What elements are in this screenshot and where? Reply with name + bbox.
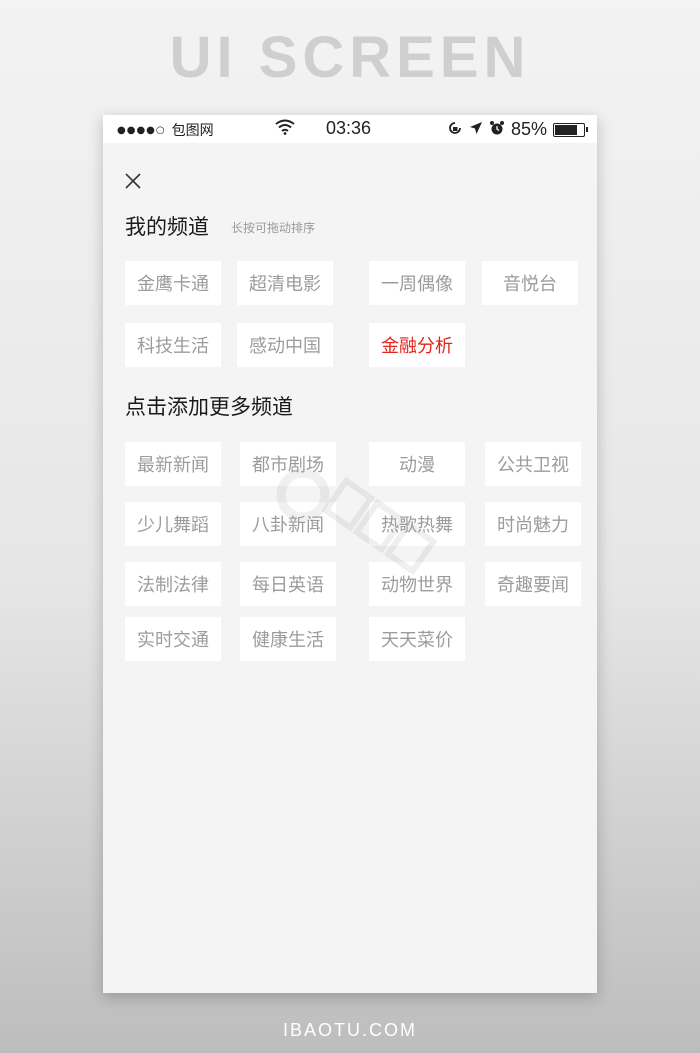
my-channel-tag[interactable]: 感动中国 xyxy=(237,323,333,367)
close-icon[interactable] xyxy=(123,171,143,191)
battery-icon xyxy=(553,122,588,137)
phone-screen: ●●●●○ 包图网 03:36 85% 我的频道 长按可拖动排序 金鹰卡通 超清… xyxy=(103,115,597,993)
location-icon xyxy=(469,121,483,139)
rotation-lock-icon xyxy=(447,120,463,140)
more-channel-tag[interactable]: 最新新闻 xyxy=(125,442,221,486)
more-channel-tag[interactable]: 都市剧场 xyxy=(240,442,336,486)
carrier-name: 包图网 xyxy=(171,123,214,139)
battery-percent: 85% xyxy=(510,119,547,139)
more-channel-tag[interactable]: 天天菜价 xyxy=(369,617,465,661)
more-channel-tag[interactable]: 每日英语 xyxy=(240,562,336,606)
more-channel-tag[interactable]: 健康生活 xyxy=(240,617,336,661)
my-channel-tag[interactable]: 音悦台 xyxy=(482,261,578,305)
more-channel-tag[interactable]: 时尚魅力 xyxy=(485,502,581,546)
my-channel-tag[interactable]: 金融分析 xyxy=(369,323,465,367)
more-channel-tag[interactable]: 少儿舞蹈 xyxy=(125,502,221,546)
status-time: 03:36 xyxy=(326,118,372,138)
footer-url: IBAOTU.COM xyxy=(282,1020,417,1040)
more-channel-tag[interactable]: 实时交通 xyxy=(125,617,221,661)
more-channel-tag[interactable]: 公共卫视 xyxy=(485,442,581,486)
my-channel-tag[interactable]: 一周偶像 xyxy=(369,261,465,305)
more-channel-tag[interactable]: 动漫 xyxy=(369,442,465,486)
signal-strength-icon: ●●●●○ xyxy=(117,124,166,136)
drag-sort-hint: 长按可拖动排序 xyxy=(231,221,316,235)
alarm-icon xyxy=(489,120,505,140)
wifi-icon xyxy=(275,119,295,139)
more-channel-tag[interactable]: 热歌热舞 xyxy=(369,502,465,546)
my-channel-tag[interactable]: 科技生活 xyxy=(125,323,221,367)
my-channels-title: 我的频道 xyxy=(125,215,209,239)
more-channels-title: 点击添加更多频道 xyxy=(125,395,293,419)
status-bar: ●●●●○ 包图网 03:36 85% xyxy=(103,115,597,143)
more-channel-tag[interactable]: 奇趣要闻 xyxy=(485,562,581,606)
banner-title: UI SCREEN xyxy=(169,25,531,90)
more-channel-tag[interactable]: 法制法律 xyxy=(125,562,221,606)
my-channel-tag[interactable]: 金鹰卡通 xyxy=(125,261,221,305)
more-channel-tag[interactable]: 动物世界 xyxy=(369,562,465,606)
more-channel-tag[interactable]: 八卦新闻 xyxy=(240,502,336,546)
my-channel-tag[interactable]: 超清电影 xyxy=(237,261,333,305)
